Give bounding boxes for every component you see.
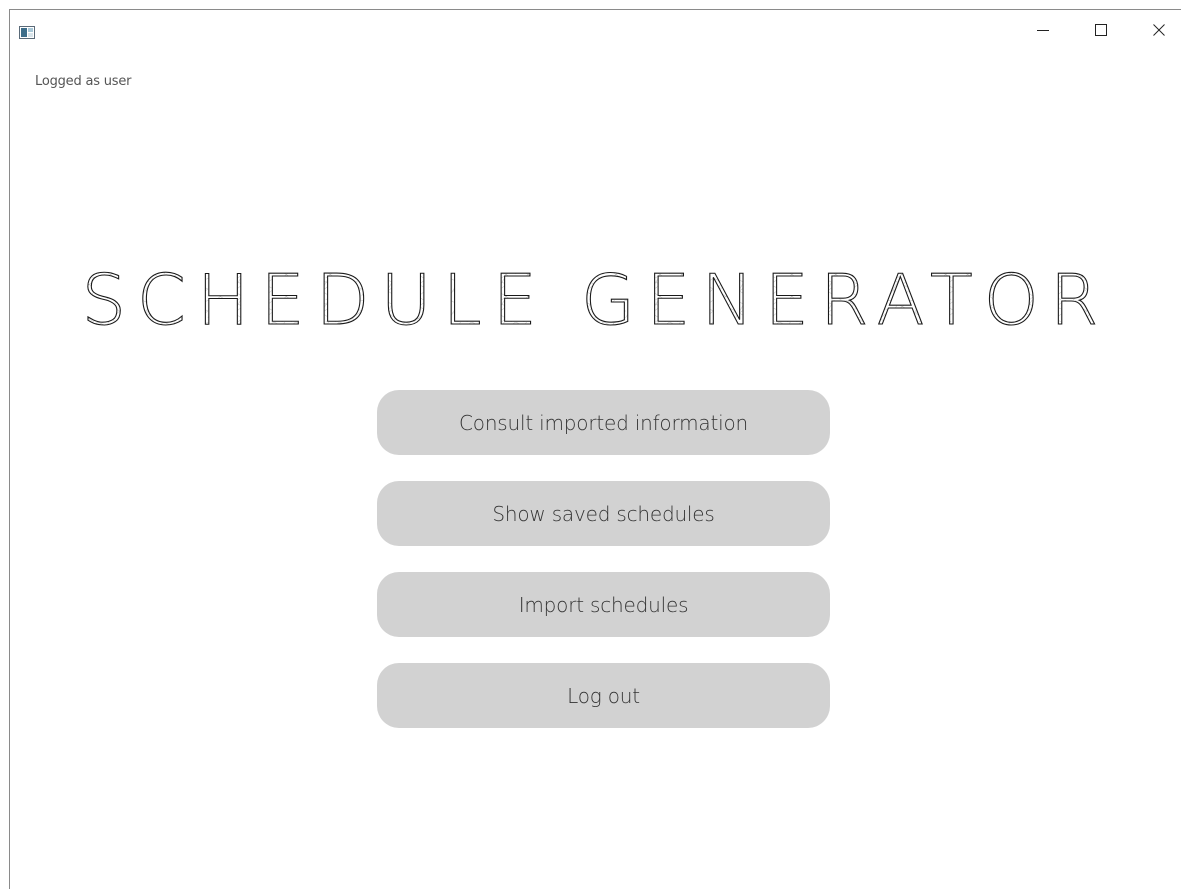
maximize-button[interactable] [1072,10,1130,50]
title-bar [10,10,1181,50]
consult-imported-information-button[interactable]: Consult imported information [377,390,830,455]
main-menu: Consult imported information Show saved … [377,390,830,728]
app-window: Logged as user SCHEDULE GENERATOR Consul… [9,9,1181,889]
minimize-icon [1037,30,1049,31]
app-title-text: SCHEDULE GENERATOR [82,260,1110,336]
close-button[interactable] [1130,10,1181,50]
minimize-button[interactable] [1014,10,1072,50]
maximize-icon [1095,24,1107,36]
log-out-button[interactable]: Log out [377,663,830,728]
show-saved-schedules-button[interactable]: Show saved schedules [377,481,830,546]
close-icon [1153,24,1165,36]
import-schedules-button[interactable]: Import schedules [377,572,830,637]
logged-as-label: Logged as user [35,74,132,89]
app-icon [19,26,35,39]
app-title: SCHEDULE GENERATOR [81,259,1110,336]
